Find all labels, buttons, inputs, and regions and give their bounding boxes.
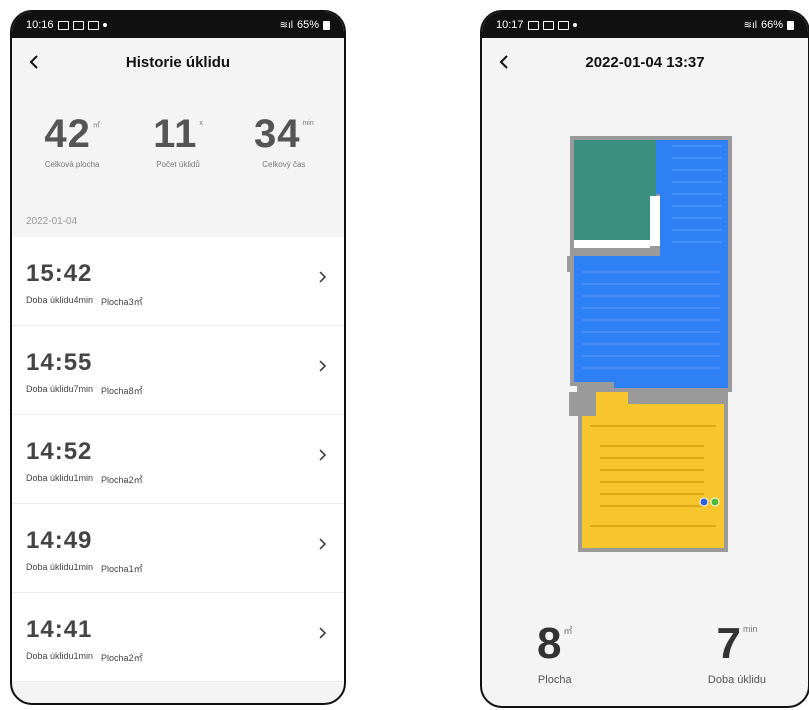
battery-percent: 65% [296, 19, 319, 31]
back-button[interactable] [22, 50, 46, 74]
room-green [574, 140, 656, 240]
stat-total-area: 42 ㎡ Celková plocha [20, 114, 124, 169]
stat-label: Plocha [537, 674, 572, 686]
robot-icon [699, 497, 709, 507]
cleaning-record-item[interactable]: 15:42 Doba úklidu4min Plocha3㎡ [12, 237, 344, 326]
chevron-right-icon [319, 360, 327, 372]
record-area: Plocha8㎡ [101, 386, 143, 396]
chevron-right-icon [319, 449, 327, 461]
map-gap [574, 240, 650, 248]
cleaning-map [482, 86, 808, 606]
back-arrow-icon [499, 55, 508, 69]
stat-unit: min [742, 624, 758, 634]
wifi-signal-icon: ≋ıl [279, 19, 293, 31]
record-time: 14:55 [26, 349, 93, 376]
record-area: Plocha1㎡ [101, 564, 143, 574]
record-time: 14:52 [26, 438, 93, 465]
page-title: 2022-01-04 13:37 [585, 53, 705, 71]
cleaning-record-item[interactable]: 14:55 Doba úklidu7min Plocha8㎡ [12, 326, 344, 415]
date-group-header: 2022-01-04 [26, 216, 78, 227]
dot-icon [572, 23, 577, 27]
charging-dock-icon [710, 497, 720, 507]
record-duration: Doba úklidu7min [26, 384, 94, 394]
chevron-right-icon [319, 271, 327, 283]
record-area: Plocha3㎡ [101, 297, 143, 307]
chevron-right-icon [319, 627, 327, 639]
record-duration: Doba úklidu1min [26, 562, 94, 572]
page-title: Historie úklidu [125, 53, 231, 71]
stat-label: Celková plocha [44, 160, 100, 169]
history-screen: 10:16 ≋ıl 65% Historie úklidu 42 ㎡ Celko… [10, 10, 346, 705]
stat-unit: x [199, 120, 203, 127]
stat-value: 7 [716, 619, 741, 668]
record-time: 14:49 [26, 527, 93, 554]
record-time: 14:41 [26, 616, 93, 643]
stat-label: Počet úklidů [156, 160, 200, 169]
record-duration: Doba úklidu4min [26, 295, 94, 305]
record-area: Plocha2㎡ [101, 475, 143, 485]
battery-icon [323, 20, 330, 30]
notification-icon [57, 20, 69, 30]
chevron-right-icon [319, 538, 327, 550]
stat-unit: min [302, 120, 314, 127]
cleaning-stats: 8 ㎡ Plocha 7 min Doba úklidu [482, 619, 808, 687]
record-duration: Doba úklidu1min [26, 473, 94, 483]
notification-icon [72, 20, 84, 30]
battery-icon [787, 20, 794, 30]
dot-icon [102, 23, 107, 27]
cleaning-record-item[interactable]: 14:52 Doba úklidu1min Plocha2㎡ [12, 415, 344, 504]
status-time: 10:16 [26, 19, 54, 31]
cleaning-detail-screen: 10:17 ≋ıl 66% 2022-01-04 13:37 8 ㎡ Ploch… [480, 10, 809, 708]
stat-value: 42 [44, 112, 91, 156]
stat-clean-count: 11 x Počet úklidů [126, 114, 230, 169]
cleaning-record-list: 15:42 Doba úklidu4min Plocha3㎡ 14:55 Dob… [12, 237, 344, 682]
record-area: Plocha2㎡ [101, 653, 143, 663]
map-gap [650, 196, 660, 246]
stat-value: 8 [537, 619, 562, 668]
stat-area: 8 ㎡ Plocha [537, 619, 573, 687]
stat-unit: ㎡ [563, 626, 573, 636]
stat-label: Celkový čas [262, 160, 306, 169]
notification-icon [542, 20, 554, 30]
back-button[interactable] [492, 50, 516, 74]
app-header: 2022-01-04 13:37 [482, 38, 808, 86]
status-time: 10:17 [496, 19, 524, 31]
notification-icon [557, 20, 569, 30]
cleaning-record-item[interactable]: 14:41 Doba úklidu1min Plocha2㎡ [12, 593, 344, 682]
status-bar: 10:17 ≋ıl 66% [482, 12, 808, 38]
app-header: Historie úklidu [12, 38, 344, 86]
record-time: 15:42 [26, 260, 93, 287]
stat-total-time: 34 min Celkový čas [232, 114, 336, 169]
stat-value: 34 [253, 112, 301, 156]
summary-stats: 42 ㎡ Celková plocha 11 x Počet úklidů 34… [12, 86, 344, 198]
stat-label: Doba úklidu [707, 674, 766, 686]
cleaning-record-item[interactable]: 14:49 Doba úklidu1min Plocha1㎡ [12, 504, 344, 593]
battery-percent: 66% [760, 19, 783, 31]
notification-icon [87, 20, 99, 30]
notification-icon [527, 20, 539, 30]
back-arrow-icon [29, 55, 38, 69]
status-bar: 10:16 ≋ıl 65% [12, 12, 344, 38]
stat-unit: ㎡ [92, 122, 100, 129]
wifi-signal-icon: ≋ıl [743, 19, 757, 31]
stat-value: 11 [153, 112, 198, 156]
record-duration: Doba úklidu1min [26, 651, 94, 661]
map-canvas [567, 136, 732, 552]
stat-duration: 7 min Doba úklidu [707, 619, 766, 687]
